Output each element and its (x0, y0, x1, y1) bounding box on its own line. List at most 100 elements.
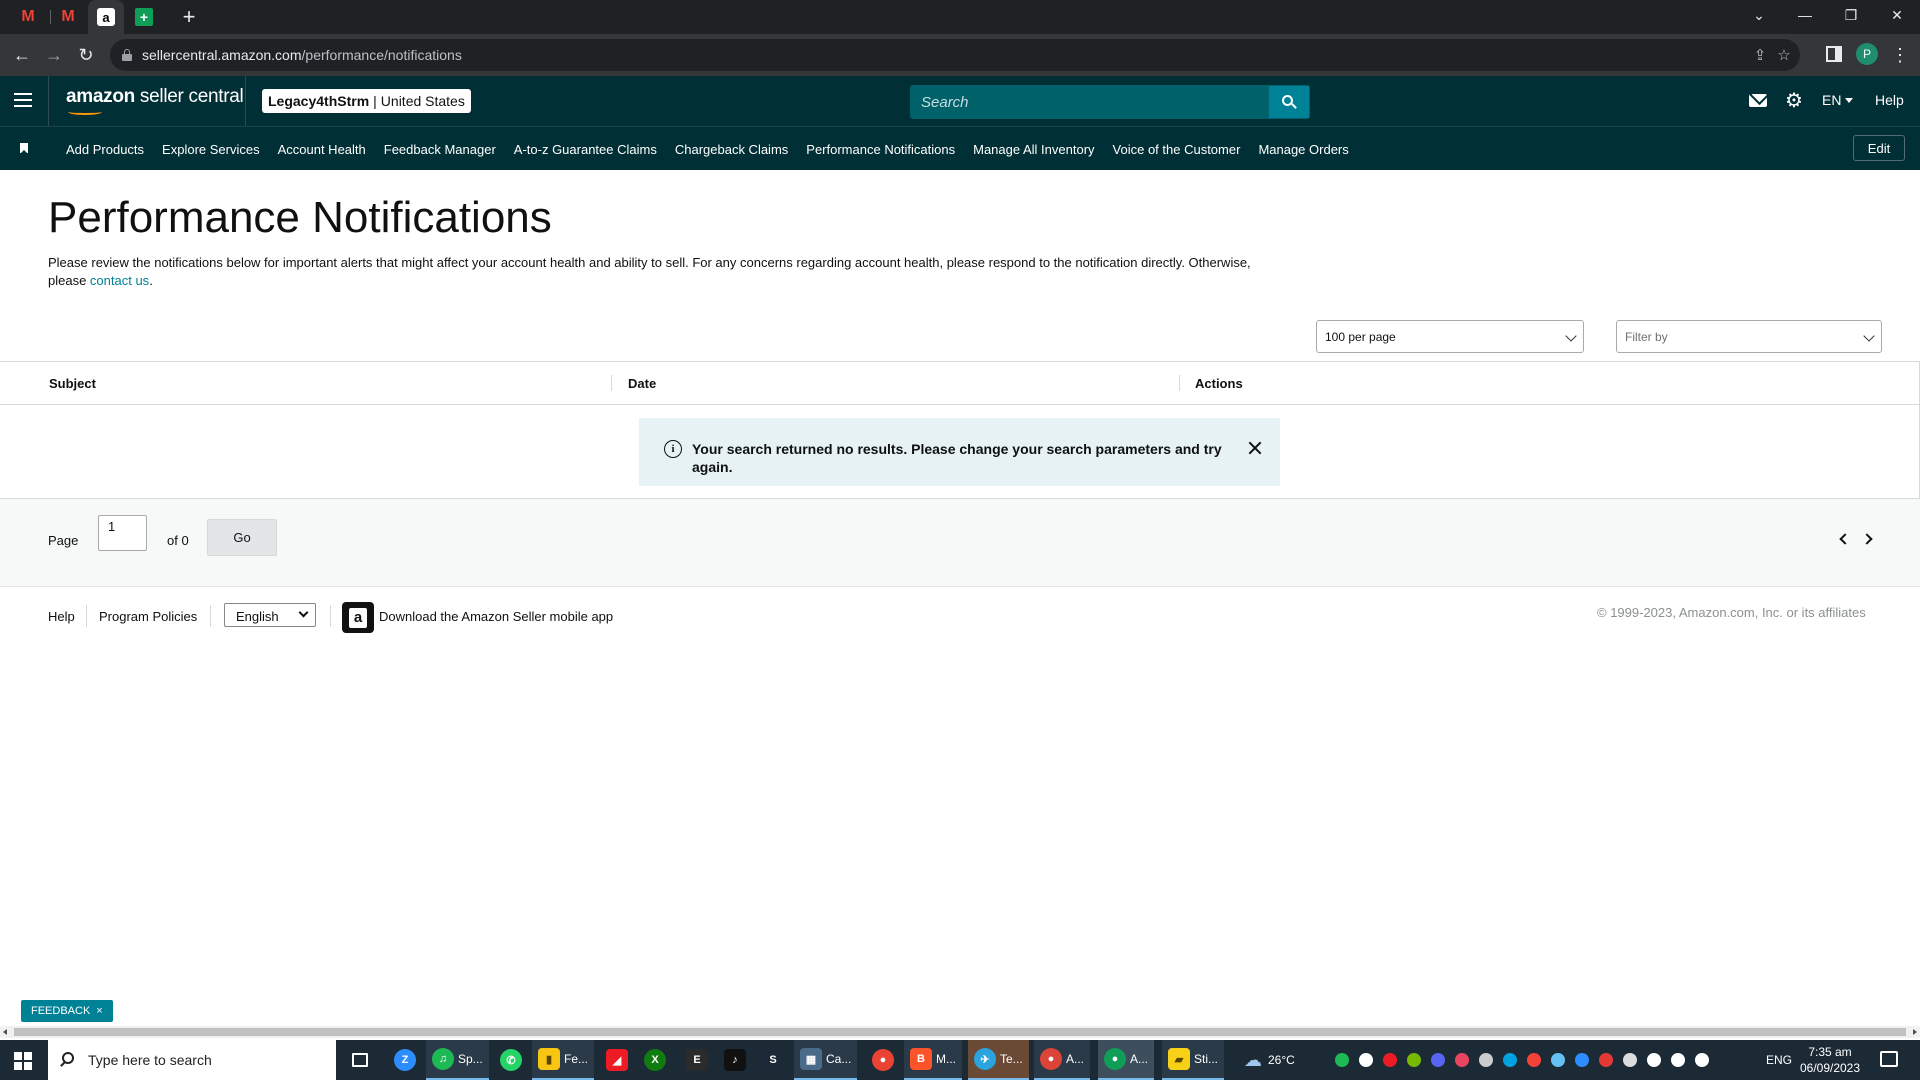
taskbar-app-chrome[interactable]: ● (866, 1040, 900, 1080)
volume-icon[interactable] (1671, 1053, 1685, 1067)
taskbar-app-xbox[interactable]: X (638, 1040, 672, 1080)
sync-tray-icon[interactable] (1479, 1053, 1493, 1067)
windows-start-icon[interactable] (14, 1052, 32, 1070)
scroll-left-icon[interactable] (3, 1029, 7, 1035)
bookmark-add-products[interactable]: Add Products (66, 142, 144, 157)
close-icon[interactable] (1246, 439, 1264, 457)
network-tray-icon[interactable] (1647, 1053, 1661, 1067)
taskbar-app-tiktok[interactable]: ♪ (718, 1040, 752, 1080)
taskbar-app-calculator[interactable]: ▦ Ca... (794, 1040, 858, 1080)
footer-program-policies-link[interactable]: Program Policies (99, 609, 197, 624)
close-window-button[interactable]: ✕ (1874, 0, 1920, 30)
bookmark-explore-services[interactable]: Explore Services (162, 142, 260, 157)
footer-help-link[interactable]: Help (48, 609, 75, 624)
taskbar-app-amd[interactable]: ◢ (600, 1040, 634, 1080)
app-download-link[interactable]: Download the Amazon Seller mobile app (379, 609, 613, 624)
system-clock[interactable]: 7:35 am 06/09/2023 (1793, 1044, 1867, 1076)
taskbar-app-sticky-notes[interactable]: ▰ Sti... (1162, 1040, 1225, 1080)
bookmark-feedback-manager[interactable]: Feedback Manager (384, 142, 496, 157)
app-tray-icon[interactable] (1527, 1053, 1541, 1067)
discord-tray-icon[interactable] (1431, 1053, 1445, 1067)
seller-central-logo[interactable]: amazon seller central (66, 86, 244, 115)
edit-bookmarks-button[interactable]: Edit (1853, 135, 1905, 161)
taskbar-app-brave[interactable]: B M... (904, 1040, 962, 1080)
close-icon[interactable]: × (96, 1005, 102, 1017)
search-input[interactable] (911, 86, 1271, 118)
google-tray-icon[interactable] (1359, 1053, 1373, 1067)
amazon-app-icon[interactable]: a (342, 602, 374, 633)
bookmark-star-icon[interactable]: ☆ (1774, 45, 1794, 65)
tab-search-chevron-icon[interactable]: ⌄ (1736, 0, 1782, 30)
contact-us-link[interactable]: contact us (90, 273, 149, 288)
taskbar-app-steam[interactable]: S (756, 1040, 790, 1080)
column-header-actions[interactable]: Actions (1195, 376, 1243, 391)
url-text[interactable]: sellercentral.amazon.com/performance/not… (142, 47, 462, 63)
scrollbar-thumb[interactable] (14, 1028, 1906, 1036)
help-link[interactable]: Help (1875, 92, 1904, 108)
zoom-tray-icon[interactable] (1575, 1053, 1589, 1067)
chevron-right-icon[interactable] (1861, 533, 1873, 545)
footer-language-select[interactable]: English (224, 603, 316, 627)
bookmark-account-health[interactable]: Account Health (278, 142, 366, 157)
search-button[interactable] (1269, 86, 1309, 118)
taskbar-app-chrome-profile-2[interactable]: ● A... (1098, 1040, 1155, 1080)
notification-center-icon[interactable] (1880, 1051, 1898, 1067)
bookmark-a-to-z-claims[interactable]: A-to-z Guarantee Claims (514, 142, 657, 157)
taskbar-app-zoom[interactable]: Z (388, 1040, 422, 1080)
go-button[interactable]: Go (207, 519, 277, 556)
spotify-tray-icon[interactable] (1335, 1053, 1349, 1067)
task-view-icon[interactable] (346, 1040, 374, 1080)
taskbar-app-telegram[interactable]: ✈ Te... (968, 1040, 1029, 1080)
account-switcher[interactable]: Legacy4thStrm | United States (262, 89, 471, 113)
profile-avatar[interactable]: P (1856, 43, 1878, 65)
taskbar-app-whatsapp[interactable]: ✆ (494, 1040, 528, 1080)
nvidia-tray-icon[interactable] (1407, 1053, 1421, 1067)
tab-gmail-1[interactable]: M (10, 0, 46, 34)
per-page-select[interactable]: 100 per page (1316, 320, 1584, 353)
chevron-left-icon[interactable] (1839, 533, 1851, 545)
bookmark-icon[interactable] (20, 143, 28, 154)
minimize-button[interactable]: — (1782, 0, 1828, 30)
taskbar-app-chrome-profile-1[interactable]: ● A... (1034, 1040, 1091, 1080)
app-tray-icon[interactable] (1599, 1053, 1613, 1067)
feedback-tab[interactable]: FEEDBACK × (21, 1000, 113, 1022)
back-button[interactable]: ← (10, 43, 34, 67)
browser-menu-icon[interactable]: ⋮ (1890, 43, 1910, 67)
tab-google-sheets[interactable]: + (126, 0, 162, 34)
steam-tray-icon[interactable] (1551, 1053, 1565, 1067)
meet-tray-icon[interactable] (1623, 1053, 1637, 1067)
tab-gmail-2[interactable]: M (50, 0, 86, 34)
amd-tray-icon[interactable] (1383, 1053, 1397, 1067)
wifi-icon[interactable] (1695, 1053, 1709, 1067)
column-header-date[interactable]: Date (628, 376, 656, 391)
forward-button[interactable]: → (42, 43, 66, 67)
cloud-tray-icon[interactable] (1503, 1053, 1517, 1067)
filter-select[interactable]: Filter by (1616, 320, 1882, 353)
address-bar[interactable]: sellercentral.amazon.com/performance/not… (110, 39, 1800, 71)
gear-icon[interactable]: ⚙ (1784, 90, 1804, 112)
language-selector[interactable]: EN (1822, 92, 1854, 108)
new-tab-button[interactable]: + (176, 4, 202, 30)
horizontal-scrollbar[interactable] (0, 1026, 1920, 1038)
page-number-input[interactable] (98, 515, 147, 551)
share-icon[interactable]: ⇪ (1750, 45, 1770, 65)
side-panel-icon[interactable] (1826, 46, 1842, 62)
app-tray-icon[interactable] (1455, 1053, 1469, 1067)
taskbar-search[interactable]: Type here to search (48, 1040, 336, 1080)
bookmark-performance-notifications[interactable]: Performance Notifications (806, 142, 955, 157)
restore-button[interactable]: ❐ (1828, 0, 1874, 30)
weather-widget[interactable]: ☁ 26°C (1244, 1040, 1295, 1080)
scroll-right-icon[interactable] (1913, 1029, 1917, 1035)
hamburger-menu-icon[interactable] (14, 93, 32, 107)
taskbar-app-spotify[interactable]: ♫ Sp... (426, 1040, 489, 1080)
column-header-subject[interactable]: Subject (49, 376, 96, 391)
bookmark-voice-of-customer[interactable]: Voice of the Customer (1113, 142, 1241, 157)
tab-amazon-seller-central[interactable]: a (88, 0, 124, 34)
reload-button[interactable]: ↻ (74, 43, 98, 67)
bookmark-chargeback-claims[interactable]: Chargeback Claims (675, 142, 788, 157)
bookmark-manage-all-inventory[interactable]: Manage All Inventory (973, 142, 1094, 157)
taskbar-app-file-explorer[interactable]: ▮ Fe... (532, 1040, 595, 1080)
input-language[interactable]: ENG (1766, 1040, 1792, 1080)
taskbar-app-epic-games[interactable]: E (680, 1040, 714, 1080)
lock-icon[interactable] (122, 49, 132, 61)
